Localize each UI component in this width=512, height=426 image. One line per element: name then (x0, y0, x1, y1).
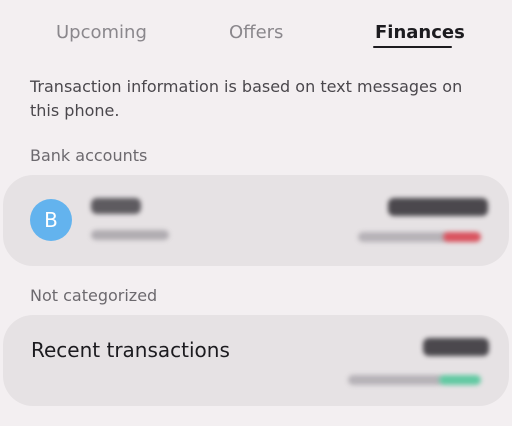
tab-offers[interactable]: Offers (229, 22, 283, 43)
bank-subtitle-redacted (91, 230, 169, 240)
tab-upcoming[interactable]: Upcoming (56, 22, 147, 43)
selected-tab-indicator (373, 46, 452, 48)
tab-bar: Upcoming Offers Finances (0, 0, 512, 56)
recent-transactions-card[interactable]: Recent transactions (3, 315, 509, 406)
recent-meta-redacted (348, 375, 443, 385)
recent-change-positive-redacted (439, 375, 481, 385)
bank-account-card[interactable]: B (3, 175, 509, 266)
bank-avatar: B (30, 199, 72, 241)
bank-name-redacted (91, 198, 141, 214)
bank-meta-redacted (358, 232, 448, 242)
not-categorized-label: Not categorized (30, 286, 158, 305)
finances-screen: Upcoming Offers Finances Transaction inf… (0, 0, 512, 426)
bank-amount-redacted (388, 198, 488, 216)
bank-change-negative-redacted (443, 232, 481, 242)
recent-amount-redacted (423, 338, 489, 356)
tab-finances[interactable]: Finances (375, 22, 465, 43)
info-text: Transaction information is based on text… (30, 77, 463, 120)
bank-accounts-label: Bank accounts (30, 146, 148, 165)
recent-transactions-title: Recent transactions (31, 338, 230, 362)
